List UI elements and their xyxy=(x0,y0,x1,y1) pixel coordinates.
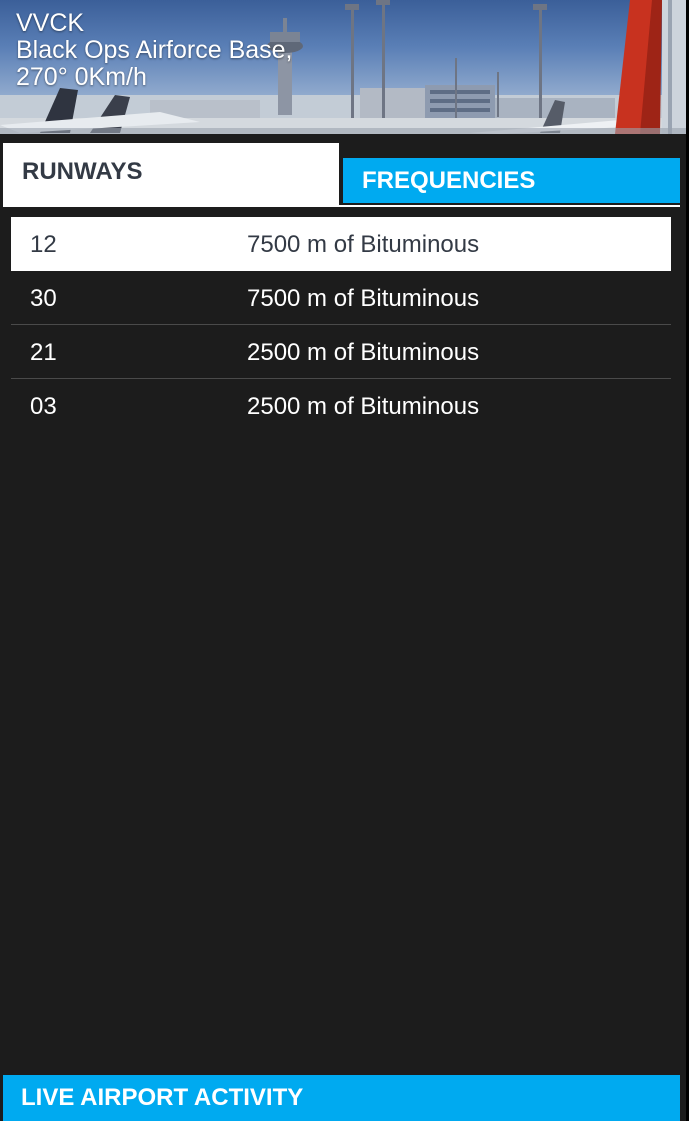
runway-description: 7500 m of Bituminous xyxy=(247,285,480,312)
runway-id: 12 xyxy=(30,231,57,258)
airport-header-text: VVCK Black Ops Airforce Base, 270° 0Km/h xyxy=(16,10,293,91)
runway-id: 30 xyxy=(30,285,57,312)
runway-id: 21 xyxy=(30,339,57,366)
tab-runways[interactable]: RUNWAYS xyxy=(3,143,339,205)
live-airport-activity-button[interactable]: LIVE AIRPORT ACTIVITY xyxy=(3,1075,680,1121)
runway-row[interactable]: 21 2500 m of Bituminous xyxy=(11,325,671,379)
runway-row[interactable]: 30 7500 m of Bituminous xyxy=(11,271,671,325)
runway-list: 12 7500 m of Bituminous 30 7500 m of Bit… xyxy=(11,217,671,432)
wind-info: 270° 0Km/h xyxy=(16,63,147,91)
airport-header-banner: VVCK Black Ops Airforce Base, 270° 0Km/h xyxy=(0,0,686,134)
runway-description: 7500 m of Bituminous xyxy=(247,231,480,258)
runway-id: 03 xyxy=(30,393,57,420)
airport-name: Black Ops Airforce Base, xyxy=(16,36,293,64)
runway-description: 2500 m of Bituminous xyxy=(247,393,480,420)
runway-row[interactable]: 03 2500 m of Bituminous xyxy=(11,379,671,432)
runway-row[interactable]: 12 7500 m of Bituminous xyxy=(11,217,671,271)
runway-description: 2500 m of Bituminous xyxy=(247,339,480,366)
airport-code: VVCK xyxy=(16,9,85,37)
tab-divider xyxy=(3,205,680,207)
airport-info-panel: VVCK Black Ops Airforce Base, 270° 0Km/h… xyxy=(0,0,689,1121)
tab-frequencies[interactable]: FREQUENCIES xyxy=(343,158,680,203)
